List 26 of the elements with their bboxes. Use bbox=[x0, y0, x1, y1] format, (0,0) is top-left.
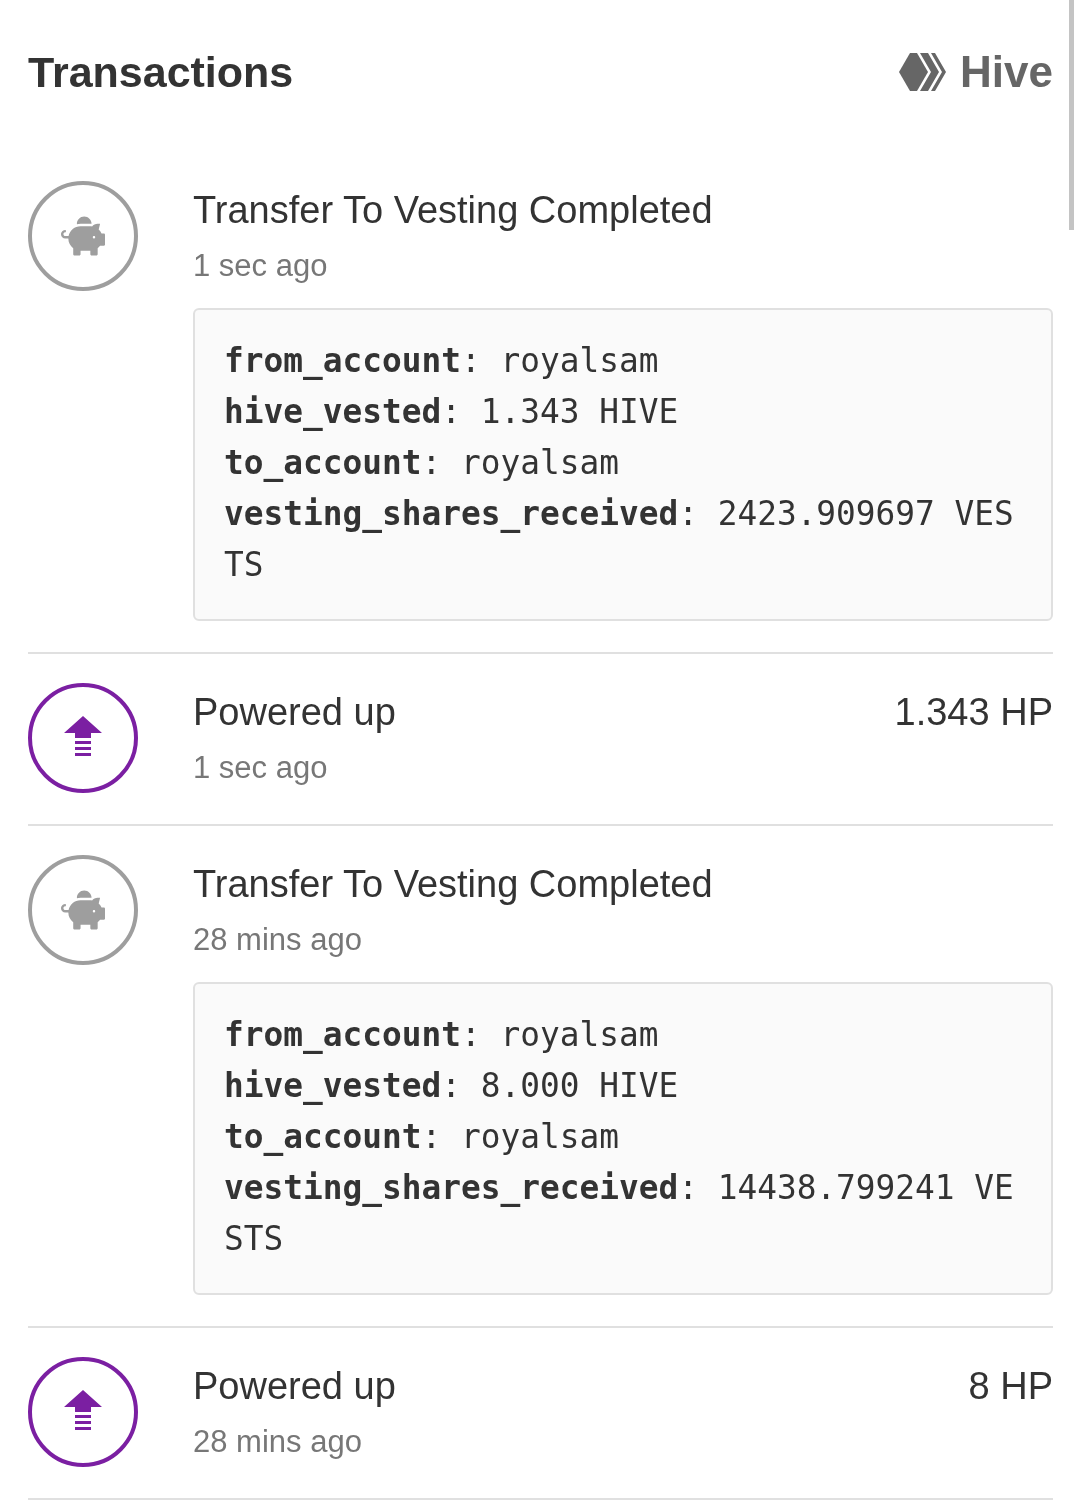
transaction-time: 28 mins ago bbox=[193, 1423, 363, 1461]
piggy-bank-icon bbox=[28, 181, 138, 291]
arrow-up-icon bbox=[28, 1357, 138, 1467]
detail-line: to_account: royalsam bbox=[224, 443, 620, 484]
detail-line: from_account: royalsam bbox=[224, 341, 660, 382]
transaction-title: Powered up bbox=[193, 1364, 396, 1409]
transaction-time: 1 sec ago bbox=[193, 247, 329, 285]
transaction-title: Powered up bbox=[193, 690, 396, 735]
page-title: Transactions bbox=[28, 47, 294, 97]
brand-name: Hive bbox=[960, 47, 1053, 97]
transaction-time: 28 mins ago bbox=[193, 921, 363, 959]
transaction-time: 1 sec ago bbox=[193, 749, 329, 787]
detail-line: vesting_shares_received: 2423.909697 VESTS bbox=[224, 494, 1015, 586]
detail-line: vesting_shares_received: 14438.799241 VESTS bbox=[224, 1168, 1015, 1260]
detail-line: to_account: royalsam bbox=[224, 1117, 620, 1158]
hive-logo-icon bbox=[899, 51, 947, 93]
detail-line: from_account: royalsam bbox=[224, 1015, 660, 1056]
transaction-title: Transfer To Vesting Completed bbox=[193, 188, 713, 233]
detail-line: hive_vested: 1.343 HIVE bbox=[224, 392, 680, 433]
detail-line: hive_vested: 8.000 HIVE bbox=[224, 1066, 680, 1107]
transaction-amount: 8 HP bbox=[968, 1364, 1053, 1409]
transaction-amount: 1.343 HP bbox=[894, 690, 1053, 735]
arrow-up-icon bbox=[28, 683, 138, 793]
transaction-title: Transfer To Vesting Completed bbox=[193, 862, 713, 907]
scrollbar-thumb[interactable] bbox=[1069, 0, 1074, 230]
piggy-bank-icon bbox=[28, 855, 138, 965]
